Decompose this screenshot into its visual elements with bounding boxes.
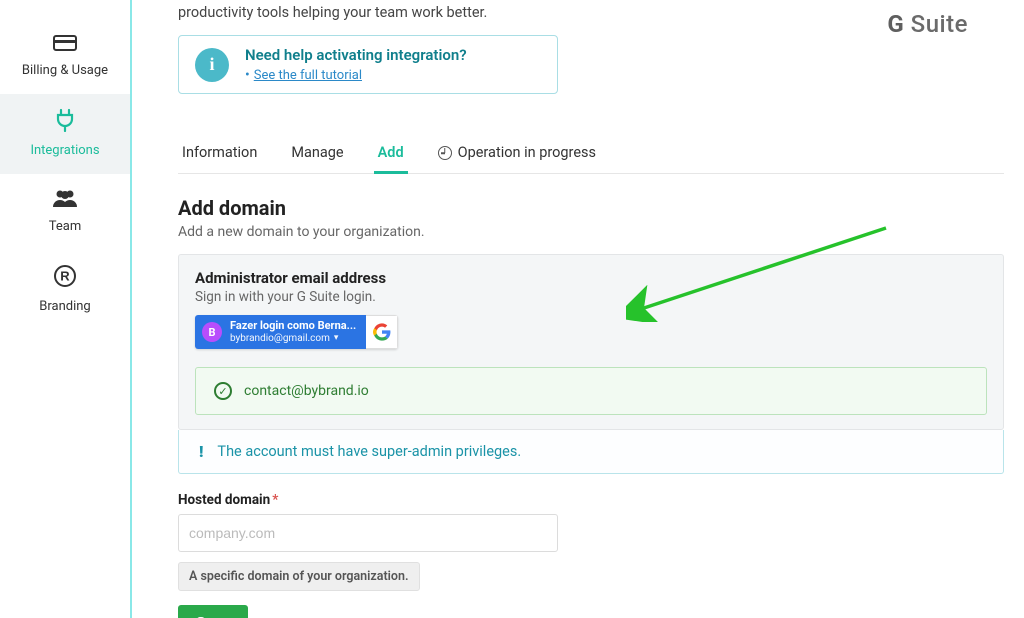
sidebar-item-label: Integrations (30, 143, 99, 158)
hosted-domain-input[interactable] (178, 514, 558, 552)
google-signin-avatar: B (202, 322, 222, 342)
sidebar-item-integrations[interactable]: Integrations (0, 94, 130, 174)
signed-in-email: contact@bybrand.io (244, 383, 369, 399)
section-subtitle: Add a new domain to your organization. (178, 224, 1004, 240)
sidebar: Billing & Usage Integrations Team R Bran… (0, 0, 130, 618)
google-logo-icon (366, 315, 398, 349)
sidebar-item-label: Branding (39, 299, 90, 314)
chevron-down-icon: ▾ (334, 333, 339, 343)
sidebar-item-branding[interactable]: R Branding (0, 250, 130, 330)
google-signin-email: bybrandio@gmail.com (230, 333, 330, 345)
clock-icon (438, 146, 452, 160)
page-description: productivity tools helping your team wor… (178, 4, 1004, 21)
sidebar-item-billing[interactable]: Billing & Usage (0, 18, 130, 94)
admin-email-panel: Administrator email address Sign in with… (178, 254, 1004, 430)
google-signin-name: Fazer login como Berna... (230, 320, 356, 333)
super-admin-info-banner: ! The account must have super-admin priv… (178, 430, 1004, 474)
tab-add[interactable]: Add (376, 134, 406, 173)
help-title: Need help activating integration? (245, 46, 467, 64)
plug-icon (54, 108, 76, 137)
hosted-domain-label: Hosted domain* (178, 492, 1004, 508)
tab-operation-label: Operation in progress (458, 144, 596, 161)
info-banner-text: The account must have super-admin privil… (217, 443, 521, 460)
brand-logo: G Suite (887, 10, 968, 38)
tab-information[interactable]: Information (180, 134, 259, 173)
help-tutorial-link[interactable]: See the full tutorial (254, 68, 362, 83)
tab-bar: Information Manage Add Operation in prog… (178, 134, 1004, 174)
help-callout: i Need help activating integration? •See… (178, 35, 558, 94)
save-button[interactable]: Save (178, 605, 248, 618)
info-icon: i (195, 48, 229, 82)
tab-operation-in-progress[interactable]: Operation in progress (436, 134, 598, 173)
section-title: Add domain (178, 196, 1004, 220)
sidebar-item-team[interactable]: Team (0, 174, 130, 250)
brand-text: Suite (911, 10, 968, 38)
credit-card-icon (53, 32, 77, 57)
google-signin-button[interactable]: B Fazer login como Berna... bybrandio@gm… (195, 315, 398, 349)
registered-icon: R (53, 264, 77, 293)
check-circle-icon: ✓ (214, 382, 232, 400)
hosted-domain-helper: A specific domain of your organization. (178, 562, 420, 591)
admin-panel-title: Administrator email address (195, 269, 987, 287)
signed-in-success-banner: ✓ contact@bybrand.io (195, 367, 987, 415)
main-content: G Suite productivity tools helping your … (132, 0, 1024, 618)
svg-text:R: R (60, 269, 70, 284)
users-icon (51, 188, 79, 213)
sidebar-item-label: Billing & Usage (22, 63, 108, 78)
admin-panel-subtitle: Sign in with your G Suite login. (195, 289, 987, 305)
exclamation-icon: ! (199, 442, 203, 461)
tab-manage[interactable]: Manage (289, 134, 345, 173)
sidebar-item-label: Team (49, 219, 82, 234)
